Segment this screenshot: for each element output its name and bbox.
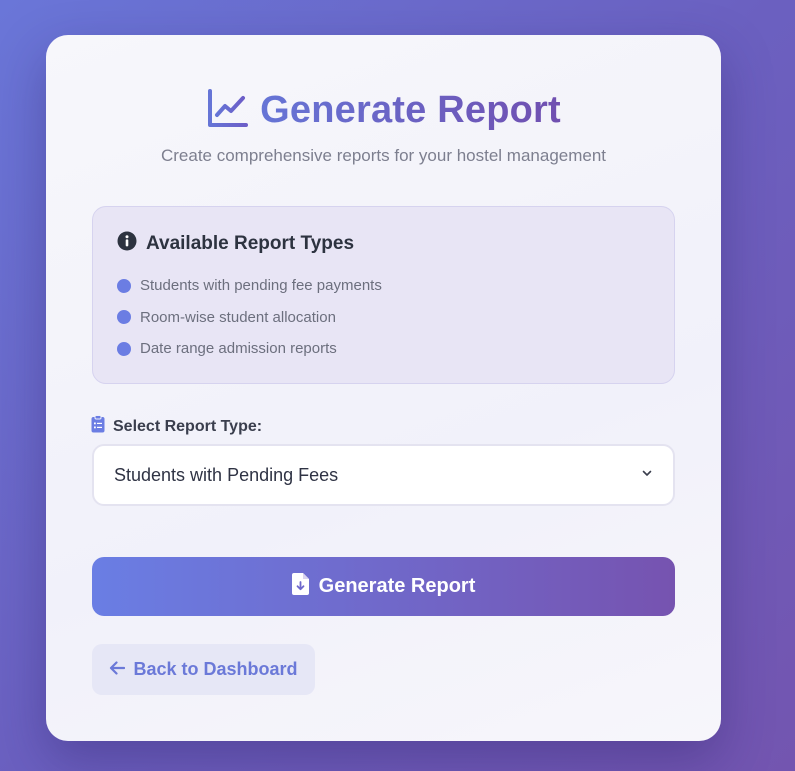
info-circle-icon — [117, 231, 137, 256]
chart-line-icon — [206, 87, 249, 134]
page-header: Generate Report Create comprehensive rep… — [46, 87, 721, 166]
list-item: Date range admission reports — [117, 333, 650, 365]
generate-report-button[interactable]: Generate Report — [92, 557, 675, 616]
bullet-icon — [117, 341, 131, 356]
back-to-dashboard-label: Back to Dashboard — [133, 659, 298, 679]
report-type-label-text: Select Report Type: — [113, 417, 263, 435]
report-type-label: Select Report Type: — [91, 415, 262, 438]
title-row: Generate Report — [206, 87, 561, 134]
report-card: Generate Report Create comprehensive rep… — [46, 35, 721, 741]
page-title: Generate Report — [260, 89, 561, 131]
back-to-dashboard-button[interactable]: Back to Dashboard — [92, 644, 315, 695]
page-subtitle: Create comprehensive reports for your ho… — [160, 146, 607, 165]
report-types-list: Students with pending fee payments Room-… — [117, 270, 650, 365]
report-type-select[interactable]: Students with Pending Fees — [92, 444, 675, 506]
generate-report-label: Generate Report — [318, 575, 476, 597]
file-download-icon — [291, 572, 310, 601]
bullet-icon — [117, 310, 131, 325]
list-item-label: Room-wise student allocation — [140, 308, 336, 326]
info-header: Available Report Types — [117, 231, 650, 256]
list-item: Room-wise student allocation — [117, 302, 650, 334]
list-item-label: Date range admission reports — [140, 340, 337, 358]
chevron-down-icon — [641, 466, 653, 484]
report-types-info: Available Report Types Students with pen… — [92, 206, 675, 384]
list-item-label: Students with pending fee payments — [140, 277, 382, 295]
report-type-selected-value: Students with Pending Fees — [114, 464, 339, 485]
info-title: Available Report Types — [146, 232, 355, 254]
clipboard-list-icon — [91, 415, 105, 438]
bullet-icon — [117, 278, 131, 293]
arrow-left-icon — [109, 659, 126, 680]
list-item: Students with pending fee payments — [117, 270, 650, 302]
